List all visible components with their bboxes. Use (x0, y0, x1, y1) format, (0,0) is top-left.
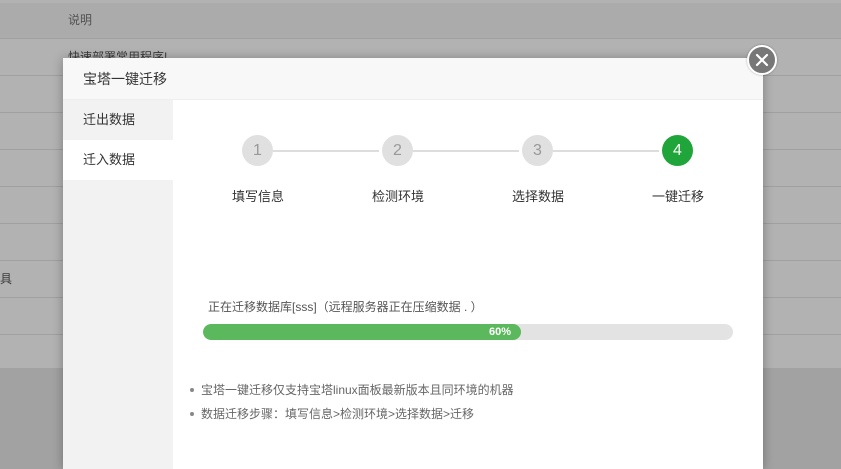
step-indicator: 1 2 3 4 填写信息 检测环境 选择数据 一键迁移 (173, 100, 763, 210)
sidebar-item-export[interactable]: 迁出数据 (63, 100, 173, 140)
note-item: 宝塔一键迁移仅支持宝塔linux面板最新版本且同环境的机器 (188, 378, 728, 402)
note-item: 数据迁移步骤：填写信息>检测环境>选择数据>迁移 (188, 402, 728, 426)
step-3-circle: 3 (522, 135, 553, 166)
migration-modal: 宝塔一键迁移 迁出数据 迁入数据 1 2 3 4 填写信息 检测环境 选择数据 … (63, 45, 777, 469)
step-connector (409, 150, 519, 152)
step-1-label: 填写信息 (231, 189, 284, 204)
sidebar-item-import[interactable]: 迁入数据 (63, 140, 173, 180)
step-1-circle: 1 (242, 135, 273, 166)
step-connector (269, 150, 379, 152)
step-connector (549, 150, 659, 152)
close-icon (755, 53, 769, 67)
step-2-circle: 2 (382, 135, 413, 166)
modal-title: 宝塔一键迁移 (63, 58, 763, 100)
notes-list: 宝塔一键迁移仅支持宝塔linux面板最新版本且同环境的机器 数据迁移步骤：填写信… (188, 378, 728, 426)
close-button[interactable] (747, 45, 777, 75)
progress-bar: 60% (203, 324, 733, 340)
modal-sidebar: 迁出数据 迁入数据 (63, 100, 173, 469)
step-3-label: 选择数据 (511, 189, 564, 204)
step-4-circle: 4 (662, 135, 693, 166)
step-4-label: 一键迁移 (651, 189, 704, 204)
progress-fill: 60% (203, 324, 521, 340)
step-2-label: 检测环境 (371, 189, 424, 204)
modal-content: 1 2 3 4 填写信息 检测环境 选择数据 一键迁移 正在迁移数据库[sss]… (173, 100, 763, 469)
migration-status-text: 正在迁移数据库[sss]（远程服务器正在压缩数据 . ） (208, 300, 483, 314)
